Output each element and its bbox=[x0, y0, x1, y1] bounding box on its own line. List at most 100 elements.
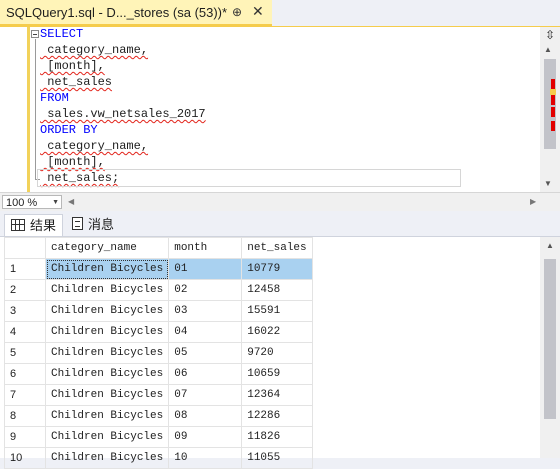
error-marker bbox=[551, 121, 555, 131]
scroll-up-arrow-icon[interactable]: ▲ bbox=[546, 241, 554, 250]
scroll-right-arrow-icon[interactable]: ▶ bbox=[530, 197, 536, 206]
code-text: [month], bbox=[40, 59, 105, 73]
code-area[interactable]: SELECT category_name, [month], net_sales… bbox=[37, 26, 461, 187]
results-grid[interactable]: category_name month net_sales 1 Children … bbox=[0, 237, 560, 469]
scroll-down-arrow-icon[interactable]: ▼ bbox=[544, 179, 552, 188]
table-row[interactable]: 1 Children Bicycles 01 10779 bbox=[4, 258, 313, 280]
row-number[interactable]: 2 bbox=[4, 279, 46, 301]
sql-keyword: FROM bbox=[40, 91, 69, 105]
code-line: SELECT bbox=[40, 26, 460, 42]
code-line: [month], bbox=[40, 154, 460, 170]
cell-month[interactable]: 06 bbox=[168, 363, 243, 385]
cell-category[interactable]: Children Bicycles bbox=[44, 321, 170, 343]
cell-category[interactable]: Children Bicycles bbox=[44, 405, 170, 427]
cell-net-sales[interactable]: 9720 bbox=[241, 342, 313, 364]
cell-net-sales[interactable]: 15591 bbox=[241, 300, 313, 322]
cell-net-sales[interactable]: 16022 bbox=[241, 321, 313, 343]
cell-category[interactable]: Children Bicycles bbox=[44, 384, 170, 406]
cell-net-sales[interactable]: 11826 bbox=[241, 426, 313, 448]
error-marker bbox=[551, 79, 555, 89]
cell-month[interactable]: 10 bbox=[168, 447, 243, 469]
row-number[interactable]: 3 bbox=[4, 300, 46, 322]
cell-month[interactable]: 02 bbox=[168, 279, 243, 301]
row-number[interactable]: 1 bbox=[4, 258, 46, 280]
code-text: sales.vw_netsales_2017 bbox=[40, 107, 206, 121]
cell-month[interactable]: 04 bbox=[168, 321, 243, 343]
cell-month[interactable]: 09 bbox=[168, 426, 243, 448]
scroll-left-arrow-icon[interactable]: ◀ bbox=[68, 197, 74, 206]
cell-category[interactable]: Children Bicycles bbox=[44, 258, 170, 280]
cell-net-sales[interactable]: 11055 bbox=[241, 447, 313, 469]
table-row[interactable]: 5 Children Bicycles 05 9720 bbox=[4, 342, 313, 364]
chevron-down-icon[interactable]: ▼ bbox=[52, 196, 59, 210]
scrollbar-thumb[interactable] bbox=[544, 259, 556, 419]
row-number[interactable]: 10 bbox=[4, 447, 46, 469]
cell-month[interactable]: 05 bbox=[168, 342, 243, 364]
code-line: category_name, bbox=[40, 138, 460, 154]
query-editor[interactable]: SELECT category_name, [month], net_sales… bbox=[0, 27, 540, 193]
row-number[interactable]: 4 bbox=[4, 321, 46, 343]
tab-messages-label: 消息 bbox=[88, 217, 115, 232]
table-row[interactable]: 6 Children Bicycles 06 10659 bbox=[4, 363, 313, 385]
cell-category[interactable]: Children Bicycles bbox=[44, 426, 170, 448]
error-marker bbox=[551, 95, 555, 105]
split-editor-icon[interactable]: ⇳ bbox=[543, 29, 557, 41]
row-number[interactable]: 6 bbox=[4, 363, 46, 385]
table-row[interactable]: 9 Children Bicycles 09 11826 bbox=[4, 426, 313, 448]
cell-category[interactable]: Children Bicycles bbox=[44, 363, 170, 385]
column-header[interactable]: net_sales bbox=[241, 237, 313, 259]
table-row[interactable]: 8 Children Bicycles 08 12286 bbox=[4, 405, 313, 427]
scroll-up-arrow-icon[interactable]: ▲ bbox=[544, 45, 552, 54]
cell-net-sales[interactable]: 12364 bbox=[241, 384, 313, 406]
current-code-line: net_sales; bbox=[37, 169, 461, 187]
cell-category[interactable]: Children Bicycles bbox=[44, 342, 170, 364]
close-icon[interactable]: ✕ bbox=[252, 3, 264, 20]
change-marker bbox=[550, 89, 556, 95]
row-number[interactable]: 7 bbox=[4, 384, 46, 406]
cell-net-sales[interactable]: 12458 bbox=[241, 279, 313, 301]
table-row[interactable]: 3 Children Bicycles 03 15591 bbox=[4, 300, 313, 322]
results-table[interactable]: category_name month net_sales 1 Children … bbox=[4, 237, 313, 469]
message-icon bbox=[72, 217, 83, 230]
code-line: category_name, bbox=[40, 42, 460, 58]
code-line: net_sales bbox=[40, 74, 460, 90]
cell-category[interactable]: Children Bicycles bbox=[44, 300, 170, 322]
code-text: [month], bbox=[40, 155, 105, 169]
tab-messages[interactable]: 消息 bbox=[66, 214, 120, 235]
cell-month[interactable]: 07 bbox=[168, 384, 243, 406]
row-number[interactable]: 9 bbox=[4, 426, 46, 448]
column-header[interactable]: category_name bbox=[44, 237, 170, 259]
cell-month[interactable]: 03 bbox=[168, 300, 243, 322]
cell-net-sales[interactable]: 10659 bbox=[241, 363, 313, 385]
row-number[interactable]: 5 bbox=[4, 342, 46, 364]
results-vertical-scrollbar[interactable]: ▲ bbox=[540, 237, 560, 458]
code-text: net_sales; bbox=[40, 171, 120, 185]
editor-status-bar: 100 % ▼ ◀ ▶ bbox=[0, 192, 560, 211]
collapse-icon[interactable] bbox=[31, 30, 39, 38]
code-text: category_name, bbox=[40, 139, 149, 153]
table-row[interactable]: 7 Children Bicycles 07 12364 bbox=[4, 384, 313, 406]
cell-category[interactable]: Children Bicycles bbox=[44, 279, 170, 301]
change-margin bbox=[27, 27, 30, 192]
cell-net-sales[interactable]: 12286 bbox=[241, 405, 313, 427]
cell-month[interactable]: 08 bbox=[168, 405, 243, 427]
result-tabs: 结果 消息 bbox=[0, 211, 560, 237]
tab-results[interactable]: 结果 bbox=[4, 214, 64, 236]
cell-net-sales[interactable]: 10779 bbox=[241, 258, 313, 280]
document-tab[interactable]: SQLQuery1.sql - D..._stores (sa (53))* ⊕… bbox=[0, 0, 272, 26]
row-number[interactable]: 8 bbox=[4, 405, 46, 427]
sql-keyword: ORDER BY bbox=[40, 123, 98, 137]
editor-vertical-scrollbar[interactable]: ⇳ ▲ ▼ bbox=[540, 27, 560, 192]
table-row[interactable]: 10 Children Bicycles 10 11055 bbox=[4, 447, 313, 469]
row-number-header[interactable] bbox=[4, 237, 46, 259]
tab-results-label: 结果 bbox=[30, 218, 57, 233]
zoom-select[interactable]: 100 % ▼ bbox=[2, 195, 62, 209]
cell-month[interactable]: 01 bbox=[168, 258, 243, 280]
table-row[interactable]: 2 Children Bicycles 02 12458 bbox=[4, 279, 313, 301]
column-header[interactable]: month bbox=[168, 237, 243, 259]
cell-category[interactable]: Children Bicycles bbox=[44, 447, 170, 469]
code-line: sales.vw_netsales_2017 bbox=[40, 106, 460, 122]
code-line: FROM bbox=[40, 90, 460, 106]
table-row[interactable]: 4 Children Bicycles 04 16022 bbox=[4, 321, 313, 343]
pin-icon[interactable]: ⊕ bbox=[232, 5, 242, 19]
